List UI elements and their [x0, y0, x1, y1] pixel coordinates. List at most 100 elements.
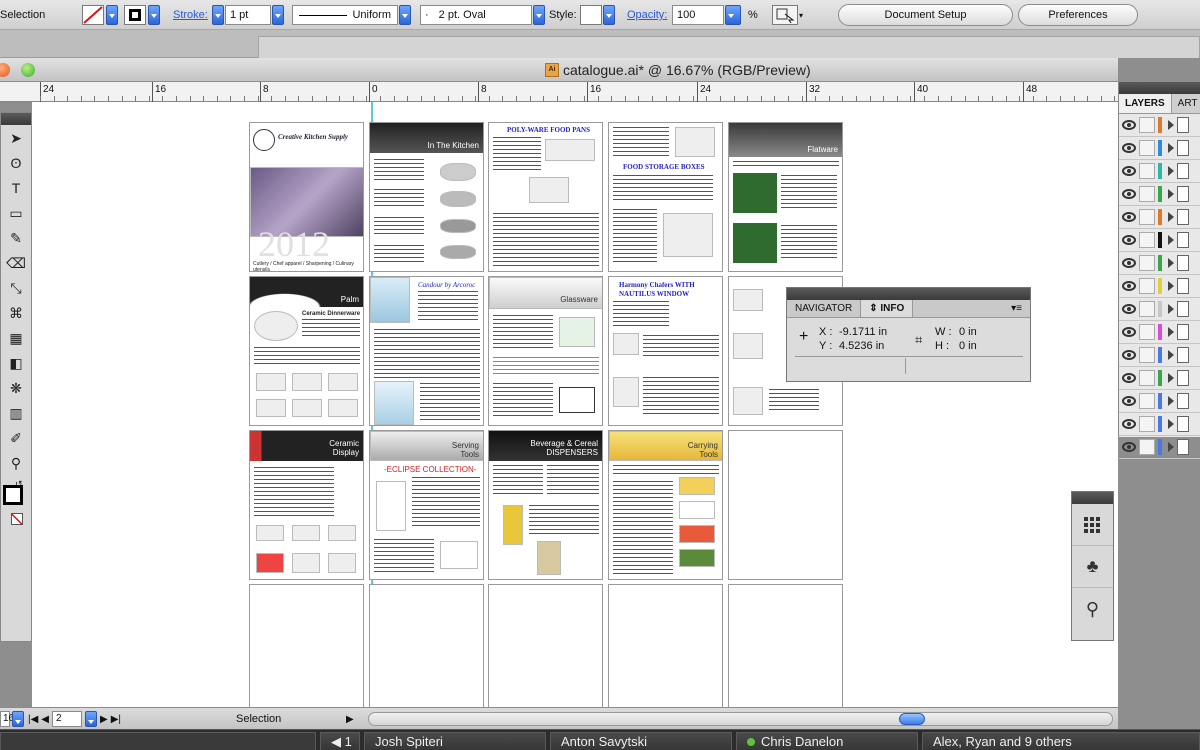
expand-triangle-icon[interactable]: [1168, 327, 1174, 337]
artboard-page-20[interactable]: [728, 584, 843, 707]
first-artboard-icon[interactable]: |◀: [28, 714, 38, 725]
opacity-control[interactable]: 100 %: [672, 4, 758, 26]
stroke-swatch[interactable]: [124, 5, 146, 25]
gradient-icon[interactable]: ◧: [2, 351, 30, 375]
expand-triangle-icon[interactable]: [1168, 304, 1174, 314]
zoom-window-icon[interactable]: [21, 63, 35, 77]
artboard-page-5[interactable]: Flatware: [728, 122, 843, 272]
eraser-icon[interactable]: ⌫: [2, 251, 30, 275]
layer-row[interactable]: [1119, 413, 1200, 436]
eyedropper-icon[interactable]: ✐: [2, 426, 30, 450]
stroke-color-control[interactable]: [124, 4, 160, 26]
lock-toggle[interactable]: [1139, 416, 1155, 432]
symbols-club-icon[interactable]: ♣: [1072, 546, 1113, 588]
visibility-eye-icon[interactable]: [1122, 258, 1136, 268]
layer-row[interactable]: [1119, 275, 1200, 298]
graphic-style-swatch[interactable]: [580, 5, 602, 25]
artboard-number-input[interactable]: 2: [52, 711, 82, 727]
opacity-arrow-icon[interactable]: [725, 5, 741, 25]
layer-row[interactable]: [1119, 252, 1200, 275]
lock-toggle[interactable]: [1139, 439, 1155, 455]
align-to-icon[interactable]: [772, 5, 798, 25]
align-control[interactable]: ▾: [772, 4, 807, 26]
brush-dropdown-icon[interactable]: [533, 5, 545, 25]
lock-toggle[interactable]: [1139, 209, 1155, 225]
graph-icon[interactable]: ▥: [2, 401, 30, 425]
layer-row[interactable]: [1119, 206, 1200, 229]
expand-triangle-icon[interactable]: [1168, 212, 1174, 222]
layer-row[interactable]: [1119, 321, 1200, 344]
chat-tab-josh[interactable]: Josh Spiteri: [364, 732, 546, 750]
selection-arrow-icon[interactable]: ➤: [2, 126, 30, 150]
expand-triangle-icon[interactable]: [1168, 373, 1174, 383]
visibility-eye-icon[interactable]: [1122, 304, 1136, 314]
visibility-eye-icon[interactable]: [1122, 419, 1136, 429]
profile-dropdown-icon[interactable]: [399, 5, 411, 25]
swatches-grid-icon[interactable]: [1072, 504, 1113, 546]
artboard-page-3[interactable]: POLY-WARE FOOD PANS: [488, 122, 603, 272]
artboard-page-16[interactable]: [249, 584, 364, 707]
info-panel-header[interactable]: [787, 288, 1030, 300]
stroke-weight-dropdown-icon[interactable]: [272, 5, 284, 25]
layer-row[interactable]: [1119, 298, 1200, 321]
artboard-page-4[interactable]: FOOD STORAGE BOXES: [608, 122, 723, 272]
layer-row[interactable]: [1119, 183, 1200, 206]
pencil-icon[interactable]: ✎: [2, 226, 30, 250]
expand-triangle-icon[interactable]: [1168, 235, 1174, 245]
graphic-style-dropdown-icon[interactable]: [603, 5, 615, 25]
artboard-page-19[interactable]: [608, 584, 723, 707]
expand-triangle-icon[interactable]: [1168, 189, 1174, 199]
tab-layers[interactable]: LAYERS: [1119, 94, 1172, 113]
close-window-icon[interactable]: [0, 63, 10, 77]
artboard-dropdown-icon[interactable]: [85, 711, 97, 727]
graphic-style-control[interactable]: [580, 4, 615, 26]
visibility-eye-icon[interactable]: [1122, 396, 1136, 406]
visibility-eye-icon[interactable]: [1122, 166, 1136, 176]
visibility-eye-icon[interactable]: [1122, 212, 1136, 222]
expand-triangle-icon[interactable]: [1168, 419, 1174, 429]
lock-toggle[interactable]: [1139, 163, 1155, 179]
lock-toggle[interactable]: [1139, 140, 1155, 156]
lock-toggle[interactable]: [1139, 278, 1155, 294]
layer-row[interactable]: [1119, 229, 1200, 252]
tab-navigator[interactable]: NAVIGATOR: [787, 300, 860, 317]
rectangle-icon[interactable]: ▭: [2, 201, 30, 225]
zoom-control[interactable]: 16.: [0, 711, 24, 727]
expand-triangle-icon[interactable]: [1168, 396, 1174, 406]
lock-toggle[interactable]: [1139, 324, 1155, 340]
artboard-page-2[interactable]: In The Kitchen: [369, 122, 484, 272]
fill-dropdown-icon[interactable]: [106, 5, 118, 25]
brushes-icon[interactable]: ⚲: [1072, 588, 1113, 630]
expand-triangle-icon[interactable]: [1168, 166, 1174, 176]
lock-toggle[interactable]: [1139, 370, 1155, 386]
fill-control[interactable]: [82, 4, 118, 26]
type-icon[interactable]: T: [2, 176, 30, 200]
layer-row[interactable]: [1119, 390, 1200, 413]
align-chevron-icon[interactable]: ▾: [799, 5, 807, 25]
lock-toggle[interactable]: [1139, 255, 1155, 271]
chat-tab-group[interactable]: Alex, Ryan and 9 others: [922, 732, 1200, 750]
artboard-page-18[interactable]: [488, 584, 603, 707]
status-menu-icon[interactable]: ▶: [346, 711, 354, 727]
visibility-eye-icon[interactable]: [1122, 189, 1136, 199]
zoom-dropdown-icon[interactable]: [12, 711, 24, 727]
none-icon[interactable]: [11, 513, 23, 525]
stroke-weight-control[interactable]: 1 pt: [212, 4, 284, 26]
chat-tab-anton[interactable]: Anton Savytski: [550, 732, 732, 750]
document-setup-button[interactable]: Document Setup: [838, 4, 1013, 26]
stroke-color-dropdown-icon[interactable]: [148, 5, 160, 25]
visibility-eye-icon[interactable]: [1122, 350, 1136, 360]
artboard-page-17[interactable]: [369, 584, 484, 707]
swap-icon[interactable]: ↺: [15, 479, 23, 490]
warp-icon[interactable]: ⌘: [2, 301, 30, 325]
tools-panel-header[interactable]: [1, 113, 31, 125]
visibility-eye-icon[interactable]: [1122, 235, 1136, 245]
next-artboard-icon[interactable]: ▶: [100, 714, 108, 725]
visibility-eye-icon[interactable]: [1122, 327, 1136, 337]
expand-triangle-icon[interactable]: [1168, 120, 1174, 130]
scale-icon[interactable]: ⤡: [2, 276, 30, 300]
visibility-eye-icon[interactable]: [1122, 373, 1136, 383]
panel-menu-icon[interactable]: ▾≡: [1003, 300, 1030, 317]
expand-triangle-icon[interactable]: [1168, 281, 1174, 291]
artboard-page-7[interactable]: Candour by Arcoroc: [369, 276, 484, 426]
